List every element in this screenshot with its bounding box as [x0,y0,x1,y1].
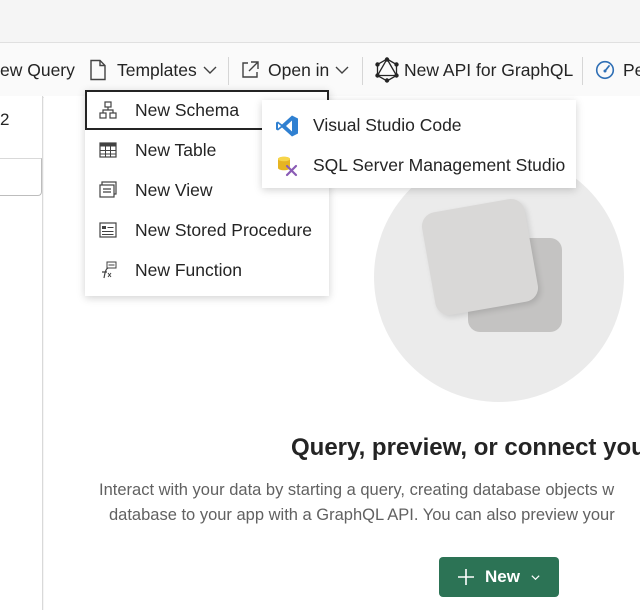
menu-item-new-stored-procedure[interactable]: New Stored Procedure [85,210,329,250]
menu-item-label: SQL Server Management Studio [313,154,566,175]
menu-item-label: Visual Studio Code [313,114,462,135]
new-query-label: ew Query [0,59,75,80]
templates-button[interactable]: Templates [89,43,218,97]
table-icon [99,142,117,158]
toolbar-divider [362,57,363,85]
explorer-input[interactable] [0,158,42,196]
toolbar-divider [228,57,229,85]
top-bar [0,0,640,42]
menu-item-label: New Function [135,259,242,280]
plus-icon [458,569,475,585]
menu-item-label: New Table [135,139,217,160]
menu-item-label: New Stored Procedure [135,219,313,240]
schema-icon [99,101,117,119]
empty-state-heading: Query, preview, or connect you [291,434,640,461]
toolbar-divider [582,57,583,85]
menu-item-sql-server-management-studio[interactable]: SQL Server Management Studio [262,145,576,185]
performance-button[interactable]: Pe [595,43,640,97]
explorer-count: 2 [0,110,10,129]
function-icon [102,261,117,279]
empty-state-description-line1: Interact with your data by starting a qu… [99,481,615,499]
ssms-icon [278,156,298,177]
new-button-label: New [485,567,520,586]
chevron-down-icon [203,66,217,74]
new-query-button[interactable]: ew Query [0,43,75,97]
menu-item-new-function[interactable]: New Function [85,250,329,290]
chevron-down-icon [531,574,540,580]
menu-item-visual-studio-code[interactable]: Visual Studio Code [262,105,576,145]
open-in-menu: Visual Studio Code SQL Server Management… [262,100,576,188]
new-api-label: New API for GraphQL [404,59,574,80]
chevron-down-icon [335,66,349,74]
empty-state-description-line2: database to your app with a GraphQL API.… [109,506,615,524]
explorer-panel: 2 [0,96,43,610]
graphql-icon [375,57,399,83]
document-icon [90,59,106,81]
performance-label: Pe [623,59,640,80]
new-button[interactable]: New [439,557,559,597]
stored-procedure-icon [99,222,117,238]
gauge-icon [595,60,615,80]
menu-item-label: New View [135,179,213,200]
vscode-icon [276,115,298,137]
menu-item-label: New Schema [135,99,240,120]
templates-label: Templates [117,59,197,80]
illustration-front-square [419,196,541,318]
view-icon [99,181,117,198]
open-external-icon [242,61,259,78]
new-api-graphql-button[interactable]: New API for GraphQL [374,43,573,97]
open-in-button[interactable]: Open in [240,43,350,97]
open-in-label: Open in [268,59,330,80]
